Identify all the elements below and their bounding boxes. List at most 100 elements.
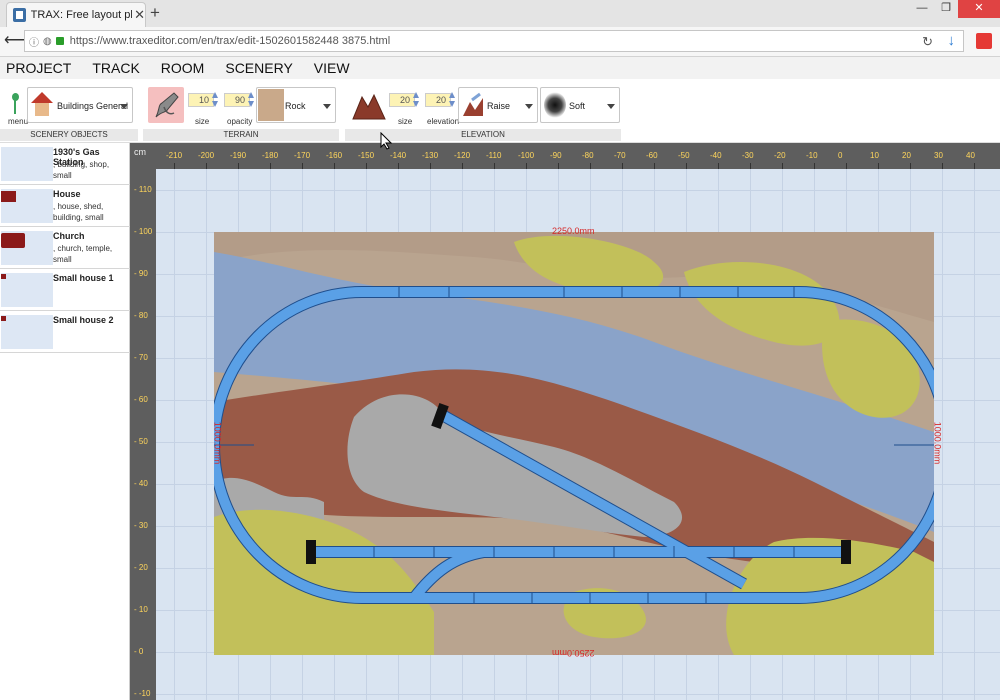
menu-scenery[interactable]: SCENERY (225, 60, 292, 76)
ruler-tick-label: -140 (390, 151, 407, 160)
download-icon[interactable]: ↓ (948, 32, 956, 49)
list-item[interactable]: Church , church, temple, small (0, 227, 130, 269)
window-close-icon[interactable]: ✕ (958, 0, 1000, 18)
ruler-tick-label: - 110 (134, 185, 152, 194)
menu-project[interactable]: PROJECT (6, 60, 71, 76)
mouse-cursor-icon (380, 132, 392, 150)
elevation-value-input[interactable]: 20 (425, 93, 451, 107)
terrain-brush-button[interactable] (148, 87, 184, 123)
ruler-tick-label: - 40 (134, 479, 148, 488)
scenery-category-dropdown[interactable]: Buildings General (27, 87, 133, 123)
ruler-tick-label: -150 (358, 151, 375, 160)
window-controls: — ❐ ✕ (910, 0, 1000, 18)
elevation-mode-dropdown[interactable]: Raise (458, 87, 538, 123)
ruler-tick-label: - 0 (134, 647, 144, 656)
board-width-label: 2250.0mm (552, 226, 595, 236)
baseboard[interactable] (214, 232, 934, 655)
object-name: Small house 2 (53, 315, 114, 325)
app-menubar: PROJECT TRACK ROOM SCENERY VIEW (0, 57, 1000, 79)
info-icon[interactable]: ⓘ (29, 34, 39, 49)
buffer-stop-left[interactable] (306, 540, 316, 564)
shield-icon[interactable]: ◍ (43, 36, 52, 47)
buffer-stop-right[interactable] (841, 540, 851, 564)
url-field[interactable]: ⓘ ◍ https://www.traxeditor.com/en/trax/e… (24, 30, 964, 52)
object-thumbnail (1, 273, 53, 307)
ruler-tick-label: -90 (550, 151, 562, 160)
grid-line (156, 694, 1000, 695)
ruler-tick-label: - 90 (134, 269, 148, 278)
object-thumbnail (1, 231, 53, 265)
terrain-size-stepper[interactable] (212, 92, 218, 108)
small-house-shape-icon (1, 316, 6, 321)
menu-room[interactable]: ROOM (161, 60, 205, 76)
ruler-tick-label: - 50 (134, 437, 148, 446)
terrain-opacity-label: opacity (227, 117, 253, 126)
elevation-size-stepper[interactable] (413, 92, 419, 108)
address-bar: ⟵ ⓘ ◍ https://www.traxeditor.com/en/trax… (0, 27, 1000, 57)
list-item[interactable]: Small house 2 (0, 311, 130, 353)
menu-view[interactable]: VIEW (314, 60, 350, 76)
extension-icon[interactable] (976, 33, 992, 49)
ruler-tick-label: -40 (710, 151, 722, 160)
ruler-tick-label: - 80 (134, 311, 148, 320)
ruler-tick-label: -20 (774, 151, 786, 160)
ruler-tick-label: - 100 (134, 227, 153, 236)
restore-icon[interactable]: ❐ (934, 0, 958, 18)
object-thumbnail (1, 147, 53, 181)
object-name: Small house 1 (53, 273, 114, 283)
ruler-unit-label: cm (134, 147, 146, 157)
list-item[interactable]: House , house, shed, building, small (0, 185, 130, 227)
terrain-type-dropdown[interactable]: Rock (256, 87, 336, 123)
house-shape-icon (1, 191, 16, 202)
elevation-brush-dropdown[interactable]: Soft (540, 87, 620, 123)
menu-track[interactable]: TRACK (92, 60, 139, 76)
object-tags: , church, temple, small (53, 244, 113, 264)
list-item[interactable]: 1930's Gas Station , building, shop, sma… (0, 143, 130, 185)
grid-line (174, 169, 175, 700)
mountain-icon[interactable] (352, 91, 386, 121)
ruler-tick-label: 30 (934, 151, 943, 160)
scenery-objects-label: SCENERY OBJECTS (0, 129, 138, 141)
scenery-objects-group: menu Buildings General SCENERY OBJECTS (0, 79, 138, 143)
ruler-tick-label: -50 (678, 151, 690, 160)
ruler-tick-label: -130 (422, 151, 439, 160)
elevation-size-input[interactable]: 20 (389, 93, 415, 107)
chevron-down-icon (525, 104, 533, 109)
terrain-opacity-input[interactable]: 90 (224, 93, 250, 107)
soft-brush-icon (544, 92, 566, 118)
tab-close-icon[interactable]: ✕ (134, 7, 145, 23)
ruler-tick-label: -180 (262, 151, 279, 160)
back-arrow-icon[interactable]: ⟵ (4, 31, 27, 51)
ruler-tick-label: -60 (646, 151, 658, 160)
ruler-left: - 110 - 100 - 90 - 80 - 70 - 60 - 50 - 40 - 30 - … (130, 169, 156, 700)
new-tab-icon[interactable]: + (150, 3, 160, 23)
terrain-size-input[interactable]: 10 (188, 93, 214, 107)
list-item[interactable]: Small house 1 (0, 269, 130, 311)
chevron-down-icon (120, 104, 128, 109)
layout-drawing (214, 232, 934, 655)
reload-icon[interactable]: ↻ (922, 34, 933, 50)
object-thumbnail (1, 189, 53, 223)
browser-tab[interactable]: TRAX: Free layout planning ✕ (6, 2, 146, 27)
elevation-value-stepper[interactable] (449, 92, 455, 108)
chevron-down-icon (607, 104, 615, 109)
ruler-tick-label: - 20 (134, 563, 148, 572)
raise-terrain-icon (463, 92, 483, 116)
terrain-label: TERRAIN (143, 129, 339, 141)
terrain-size-label: size (195, 117, 210, 126)
terrain-opacity-stepper[interactable] (248, 92, 254, 108)
ruler-tick-label: 10 (870, 151, 879, 160)
grid-line (206, 169, 207, 700)
small-house-shape-icon (1, 274, 6, 279)
menu-label: menu (8, 117, 29, 126)
minimize-icon[interactable]: — (910, 0, 934, 18)
lock-icon[interactable] (55, 37, 64, 45)
ruler-tick-label: -160 (326, 151, 343, 160)
scenery-object-list: 1930's Gas Station , building, shop, sma… (0, 143, 130, 700)
ruler-tick-label: 20 (902, 151, 911, 160)
elevation-brush-value: Soft (569, 101, 586, 111)
ruler-tick-label: -10 (806, 151, 818, 160)
pin-icon[interactable] (10, 93, 20, 115)
board-height-label-left: 1000.0mm (212, 421, 223, 465)
church-shape-icon (1, 233, 25, 248)
